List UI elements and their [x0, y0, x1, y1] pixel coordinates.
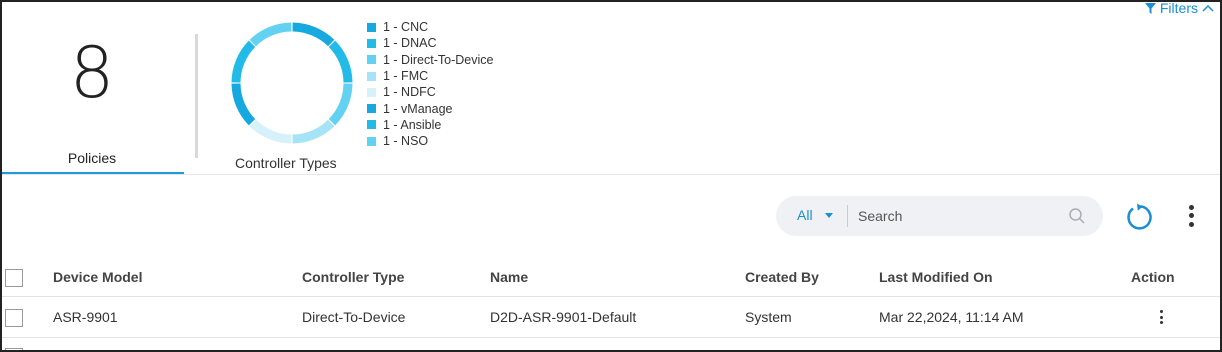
legend-label: 1 - FMC: [383, 69, 429, 84]
legend-label: 1 - Ansible: [383, 117, 442, 132]
cell-created-by: System: [745, 309, 792, 325]
legend-swatch: [367, 38, 376, 48]
cell-name[interactable]: D2D-ASR-9901-Default: [490, 297, 636, 337]
legend-item: 1 - NSO: [367, 133, 493, 149]
row-actions-icon[interactable]: [1153, 310, 1169, 326]
legend-label: 1 - NDFC: [383, 85, 436, 100]
controller-types-donut: [231, 22, 353, 144]
legend-item: 1 - Direct-To-Device: [367, 52, 493, 68]
filters-toggle[interactable]: Filters: [1144, 0, 1214, 16]
donut-segment: [249, 119, 292, 144]
donut-segment: [292, 119, 335, 144]
legend-label: 1 - Direct-To-Device: [383, 52, 494, 67]
donut-segment: [231, 83, 256, 126]
controller-types-label: Controller Types: [235, 155, 337, 171]
legend-swatch: [367, 136, 376, 146]
donut-segment: [328, 83, 353, 126]
legend-swatch: [367, 104, 376, 114]
row-checkbox[interactable]: [5, 309, 23, 327]
search-input[interactable]: [858, 204, 1058, 228]
funnel-icon: [1144, 2, 1156, 14]
search-bar: All: [776, 196, 1103, 236]
policies-label: Policies: [67, 150, 117, 166]
filters-label: Filters: [1159, 0, 1198, 16]
column-header-last-modified[interactable]: Last Modified On: [879, 258, 993, 296]
policies-panel: Filters 8 Policies Controller Types 1 - …: [0, 0, 1222, 352]
caret-down-icon[interactable]: [825, 213, 833, 218]
select-all-checkbox[interactable]: [5, 269, 23, 287]
legend-label: 1 - CNC: [383, 20, 429, 35]
summary-divider: [195, 34, 198, 158]
cell-last-modified: Mar 22,2024, 11:14 AM: [879, 309, 1024, 325]
legend-label: 1 - NSO: [383, 134, 429, 149]
legend-swatch: [367, 120, 376, 130]
legend-item: 1 - FMC: [367, 68, 493, 84]
column-header-created-by[interactable]: Created By: [745, 258, 819, 296]
column-header-controller-type[interactable]: Controller Type: [302, 258, 404, 296]
column-header-name[interactable]: Name: [490, 258, 528, 296]
donut-segment: [249, 22, 292, 47]
legend-item: 1 - Ansible: [367, 117, 493, 133]
row-checkbox[interactable]: [5, 348, 23, 350]
policies-count: 8: [69, 32, 115, 114]
legend-item: 1 - CNC: [367, 19, 493, 35]
cell-controller-type: Direct-To-Device: [302, 309, 406, 325]
column-header-device-model[interactable]: Device Model: [53, 258, 142, 296]
legend-item: 1 - DNAC: [367, 35, 493, 51]
search-separator: [847, 205, 848, 227]
table-row: [2, 337, 1220, 350]
scope-select[interactable]: All: [797, 207, 813, 223]
refresh-icon[interactable]: [1124, 203, 1152, 231]
controller-types-legend: 1 - CNC 1 - DNAC 1 - Direct-To-Device 1 - F…: [367, 19, 493, 149]
column-header-action: Action: [1131, 269, 1175, 285]
legend-swatch: [367, 87, 376, 97]
policies-table: Device Model Controller Type Name Create…: [2, 258, 1220, 338]
table-row[interactable]: ASR-9901 Direct-To-Device D2D-ASR-9901-D…: [2, 297, 1220, 338]
donut-segment: [292, 22, 335, 47]
legend-label: 1 - vManage: [383, 101, 453, 116]
table-header-row: Device Model Controller Type Name Create…: [2, 258, 1220, 297]
donut-segment: [328, 40, 353, 83]
legend-swatch: [367, 71, 376, 81]
legend-item: 1 - NDFC: [367, 84, 493, 100]
chevron-up-icon: [1202, 4, 1214, 12]
more-options-icon[interactable]: [1181, 202, 1201, 232]
legend-swatch: [367, 55, 376, 65]
cell-device-model: ASR-9901: [53, 309, 118, 325]
header-divider: [2, 174, 1220, 175]
donut-segment: [231, 40, 256, 83]
legend-swatch: [367, 22, 376, 32]
legend-item: 1 - vManage: [367, 100, 493, 116]
legend-label: 1 - DNAC: [383, 36, 437, 51]
search-icon[interactable]: [1068, 207, 1086, 225]
